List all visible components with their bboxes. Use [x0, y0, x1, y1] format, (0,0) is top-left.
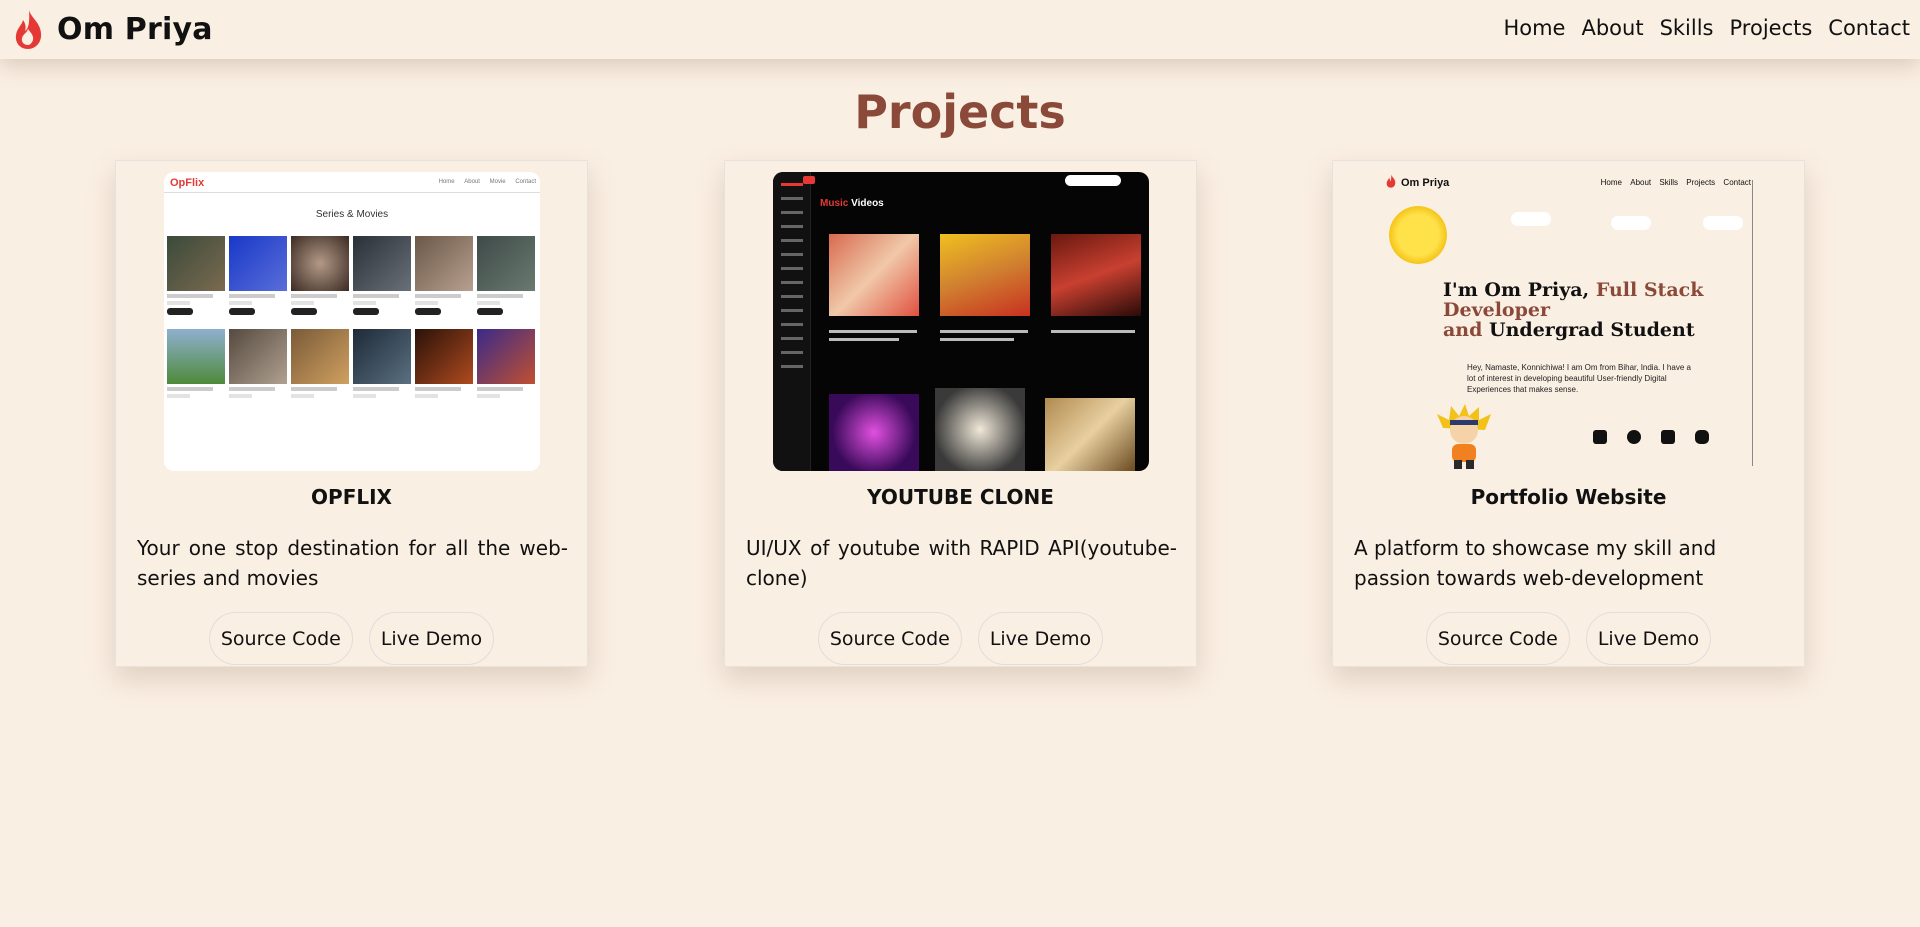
project-card-youtube-clone: Music Videos YOUTUBE CLONE UI/UX of yout…: [724, 160, 1197, 667]
preview-search-bar: [1065, 175, 1121, 186]
linkedin-icon: [1661, 430, 1675, 444]
youtube-logo-icon: [803, 176, 815, 184]
nav-projects[interactable]: Projects: [1730, 16, 1813, 40]
brand[interactable]: Om Priya: [13, 9, 213, 50]
preview-heading-text: Videos: [851, 198, 884, 209]
live-demo-button[interactable]: Live Demo: [977, 612, 1104, 665]
movie-tile: [167, 236, 225, 315]
video-caption: [940, 330, 1028, 333]
sun-icon: [1389, 206, 1447, 264]
nav-links: Home About Skills Projects Contact: [1487, 16, 1910, 40]
preview-heading: Series & Movies: [315, 209, 389, 220]
page-title: Projects: [854, 85, 1066, 139]
nav-skills[interactable]: Skills: [1660, 16, 1714, 40]
project-card-opflix: OpFlix Home About Movie Contact Series &…: [115, 160, 588, 667]
movie-tile: [415, 236, 473, 315]
preview-social-links: [1593, 430, 1729, 444]
preview-nav: Home About Movie Contact: [431, 179, 536, 185]
movie-tile: [477, 329, 535, 398]
flame-icon: [15, 10, 42, 49]
preview-nav-item: Home: [438, 179, 455, 185]
video-thumbnail: [829, 394, 919, 471]
preview-movie-grid: [167, 236, 537, 398]
video-caption: [829, 338, 899, 341]
project-actions: Source Code Live Demo: [116, 612, 587, 665]
preview-nav: Home About Skills Projects Contact: [1595, 178, 1751, 187]
project-card-portfolio: Om Priya Home About Skills Projects Cont…: [1332, 160, 1805, 667]
naruto-avatar-icon: [1437, 404, 1491, 469]
movie-tile: [167, 329, 225, 398]
headline-part: Undergrad Student: [1489, 319, 1695, 341]
project-screenshot: Music Videos: [773, 172, 1149, 471]
flame-icon: [1386, 174, 1396, 188]
live-demo-button[interactable]: Live Demo: [1585, 612, 1712, 665]
headline-part: and: [1443, 319, 1483, 341]
preview-brand: Om Priya: [1401, 177, 1450, 189]
portfolio-preview: Om Priya Home About Skills Projects Cont…: [1381, 172, 1757, 471]
video-thumbnail: [1051, 234, 1141, 316]
nav-contact[interactable]: Contact: [1828, 16, 1910, 40]
preview-heading: Music Videos: [820, 198, 884, 209]
project-description: UI/UX of youtube with RAPID API(youtube-…: [746, 536, 1177, 590]
project-description: Your one stop destination for all the we…: [137, 536, 568, 590]
preview-logo: OpFlix: [170, 177, 205, 189]
brand-name: Om Priya: [57, 12, 213, 47]
cloud-icon: [1511, 212, 1551, 226]
preview-nav-item: About: [1630, 178, 1652, 187]
instagram-icon: [1695, 430, 1709, 444]
headline-part: I'm Om Priya,: [1443, 279, 1590, 301]
preview-heading-accent: Music: [820, 198, 849, 209]
movie-tile: [229, 329, 287, 398]
preview-nav-item: Contact: [1723, 178, 1751, 187]
project-title: Portfolio Website: [1470, 485, 1667, 509]
nav-about[interactable]: About: [1581, 16, 1643, 40]
live-demo-button[interactable]: Live Demo: [368, 612, 495, 665]
video-thumbnail: [940, 234, 1030, 316]
video-thumbnail: [1045, 398, 1135, 471]
twitter-icon: [1593, 430, 1607, 444]
project-title: OPFLIX: [311, 485, 392, 509]
movie-tile: [229, 236, 287, 315]
preview-sidebar: [773, 172, 811, 471]
preview-nav-item: About: [464, 179, 480, 185]
project-description: A platform to showcase my skill and pass…: [1354, 536, 1717, 590]
project-screenshot: Om Priya Home About Skills Projects Cont…: [1381, 172, 1757, 471]
project-actions: Source Code Live Demo: [1333, 612, 1804, 665]
preview-headline: I'm Om Priya, Full Stack Developer and U…: [1443, 280, 1757, 340]
project-title: YOUTUBE CLONE: [867, 485, 1054, 509]
source-code-button[interactable]: Source Code: [817, 612, 962, 665]
github-icon: [1627, 430, 1641, 444]
preview-paragraph: Hey, Namaste, Konnichiwa! I am Om from B…: [1467, 363, 1691, 394]
source-code-button[interactable]: Source Code: [208, 612, 353, 665]
movie-tile: [477, 236, 535, 315]
preview-nav-item: Skills: [1659, 178, 1679, 187]
movie-tile: [291, 236, 349, 315]
preview-nav-item: Contact: [515, 179, 536, 185]
movie-tile: [353, 329, 411, 398]
cloud-icon: [1611, 216, 1651, 230]
cloud-icon: [1703, 216, 1743, 230]
project-actions: Source Code Live Demo: [725, 612, 1196, 665]
video-thumbnail: [935, 388, 1025, 471]
preview-nav-item: Home: [1600, 178, 1622, 187]
youtube-preview: Music Videos: [773, 172, 1149, 471]
video-caption: [1051, 330, 1135, 333]
opflix-preview: OpFlix Home About Movie Contact Series &…: [164, 172, 540, 471]
video-caption: [940, 338, 1014, 341]
video-thumbnail: [829, 234, 919, 316]
video-caption: [829, 330, 917, 333]
divider: [164, 192, 540, 193]
navbar: Om Priya Home About Skills Projects Cont…: [0, 0, 1920, 59]
project-screenshot: OpFlix Home About Movie Contact Series &…: [164, 172, 540, 471]
preview-nav-item: Movie: [489, 179, 506, 185]
movie-tile: [291, 329, 349, 398]
movie-tile: [353, 236, 411, 315]
movie-tile: [415, 329, 473, 398]
source-code-button[interactable]: Source Code: [1425, 612, 1570, 665]
nav-home[interactable]: Home: [1503, 16, 1565, 40]
preview-nav-item: Projects: [1686, 178, 1716, 187]
